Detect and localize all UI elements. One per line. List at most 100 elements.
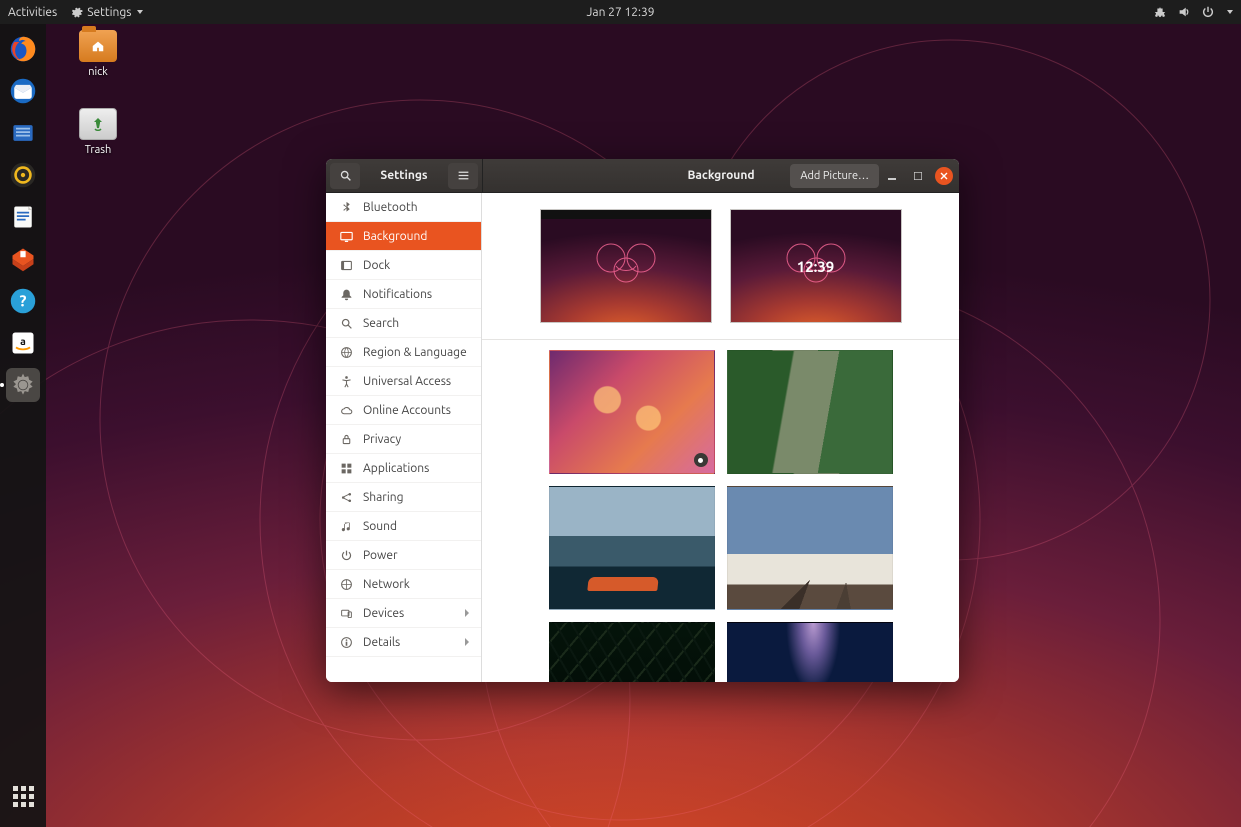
svg-text:a: a xyxy=(20,335,26,347)
desktop-trash[interactable]: Trash xyxy=(66,108,130,156)
sidebar-item-devices[interactable]: Devices xyxy=(326,599,481,628)
sidebar-item-bluetooth[interactable]: Bluetooth xyxy=(326,193,481,222)
wallpaper-option[interactable] xyxy=(549,486,715,610)
window-minimize-button[interactable] xyxy=(883,167,901,185)
settings-window: Settings Background Add Picture… Bluetoo… xyxy=(326,159,959,682)
hamburger-menu-button[interactable] xyxy=(448,163,478,189)
add-picture-button[interactable]: Add Picture… xyxy=(790,164,879,188)
sidebar-item-label: Background xyxy=(363,230,427,243)
wallpaper-option[interactable] xyxy=(727,350,893,474)
power-icon xyxy=(340,549,353,562)
sidebar-item-label: Privacy xyxy=(363,433,401,446)
dock-libreoffice-writer[interactable] xyxy=(6,200,40,234)
show-applications-button[interactable] xyxy=(6,779,40,813)
sidebar-item-notifications[interactable]: Notifications xyxy=(326,280,481,309)
sidebar-item-label: Region & Language xyxy=(363,346,467,359)
search-icon xyxy=(340,317,353,330)
sidebar-item-dock[interactable]: Dock xyxy=(326,251,481,280)
sidebar-item-label: Bluetooth xyxy=(363,201,418,214)
dock-amazon[interactable]: a xyxy=(6,326,40,360)
sidebar-item-power[interactable]: Power xyxy=(326,541,481,570)
app-menu-button[interactable]: Settings xyxy=(71,6,143,19)
info-icon xyxy=(340,636,353,649)
window-title-left: Settings xyxy=(364,169,444,182)
window-close-button[interactable] xyxy=(935,167,953,185)
sidebar-item-label: Applications xyxy=(363,462,429,475)
dock-firefox[interactable] xyxy=(6,32,40,66)
search-button[interactable] xyxy=(330,163,360,189)
window-titlebar[interactable]: Settings Background Add Picture… xyxy=(326,159,959,193)
desktop-home-label: nick xyxy=(88,66,108,78)
sidebar-item-label: Online Accounts xyxy=(363,404,451,417)
svg-text:?: ? xyxy=(20,291,27,309)
desktop-background-preview[interactable] xyxy=(540,209,712,323)
sidebar-item-label: Universal Access xyxy=(363,375,451,388)
devices-icon xyxy=(340,607,353,620)
sidebar-item-label: Search xyxy=(363,317,399,330)
system-menu-chevron-icon[interactable] xyxy=(1227,10,1233,14)
sidebar-item-details[interactable]: Details xyxy=(326,628,481,657)
wallpaper-option[interactable] xyxy=(549,622,715,682)
sidebar-item-applications[interactable]: Applications xyxy=(326,454,481,483)
search-icon xyxy=(339,169,352,182)
dock-help[interactable]: ? xyxy=(6,284,40,318)
chevron-right-icon xyxy=(463,607,471,620)
sidebar-item-privacy[interactable]: Privacy xyxy=(326,425,481,454)
wallpaper-option[interactable] xyxy=(549,350,715,474)
sidebar-item-background[interactable]: Background xyxy=(326,222,481,251)
background-panel: 12:39 xyxy=(482,193,959,682)
dock-ubuntu-software[interactable] xyxy=(6,242,40,276)
sidebar-item-label: Details xyxy=(363,636,400,649)
wallpaper-option[interactable] xyxy=(727,486,893,610)
hamburger-icon xyxy=(457,169,470,182)
dock-rhythmbox[interactable] xyxy=(6,158,40,192)
sidebar-item-sound[interactable]: Sound xyxy=(326,512,481,541)
app-menu-label: Settings xyxy=(87,6,131,19)
desktop-home-folder[interactable]: nick xyxy=(66,30,130,78)
wallpaper-option[interactable] xyxy=(727,622,893,682)
power-icon[interactable] xyxy=(1201,5,1215,19)
network-icon[interactable] xyxy=(1153,5,1167,19)
dock-thunderbird[interactable] xyxy=(6,74,40,108)
bell-icon xyxy=(340,288,353,301)
display-icon xyxy=(340,230,353,243)
chevron-down-icon xyxy=(137,10,143,14)
dock-settings[interactable] xyxy=(6,368,40,402)
accessibility-icon xyxy=(340,375,353,388)
sidebar-item-label: Notifications xyxy=(363,288,432,301)
sidebar-item-sharing[interactable]: Sharing xyxy=(326,483,481,512)
globe-icon xyxy=(340,578,353,591)
clock-button[interactable]: Jan 27 12:39 xyxy=(587,6,655,19)
sidebar-item-network[interactable]: Network xyxy=(326,570,481,599)
sidebar-item-label: Dock xyxy=(363,259,390,272)
gnome-top-bar: Activities Settings Jan 27 12:39 xyxy=(0,0,1241,24)
dock-icon xyxy=(340,259,353,272)
selected-indicator-icon xyxy=(694,453,708,467)
dock-files[interactable] xyxy=(6,116,40,150)
settings-sidebar: Bluetooth Background Dock Notifications … xyxy=(326,193,482,682)
lock-screen-time: 12:39 xyxy=(731,210,901,322)
sidebar-item-label: Devices xyxy=(363,607,404,620)
dock: ? a xyxy=(0,24,46,827)
globe-icon xyxy=(340,346,353,359)
sidebar-item-search[interactable]: Search xyxy=(326,309,481,338)
window-title-right: Background xyxy=(687,169,754,182)
note-icon xyxy=(340,520,353,533)
window-maximize-button[interactable] xyxy=(909,167,927,185)
sidebar-item-online-accounts[interactable]: Online Accounts xyxy=(326,396,481,425)
sidebar-item-universal-access[interactable]: Universal Access xyxy=(326,367,481,396)
gear-icon xyxy=(71,6,83,18)
share-icon xyxy=(340,491,353,504)
bluetooth-icon xyxy=(340,201,353,214)
cloud-icon xyxy=(340,404,353,417)
activities-button[interactable]: Activities xyxy=(8,6,57,19)
chevron-right-icon xyxy=(463,636,471,649)
sidebar-item-label: Power xyxy=(363,549,398,562)
sidebar-item-region-language[interactable]: Region & Language xyxy=(326,338,481,367)
lock-screen-preview[interactable]: 12:39 xyxy=(730,209,902,323)
sidebar-item-label: Network xyxy=(363,578,410,591)
volume-icon[interactable] xyxy=(1177,5,1191,19)
lock-icon xyxy=(340,433,353,446)
grid-icon xyxy=(340,462,353,475)
desktop-trash-label: Trash xyxy=(85,144,112,156)
